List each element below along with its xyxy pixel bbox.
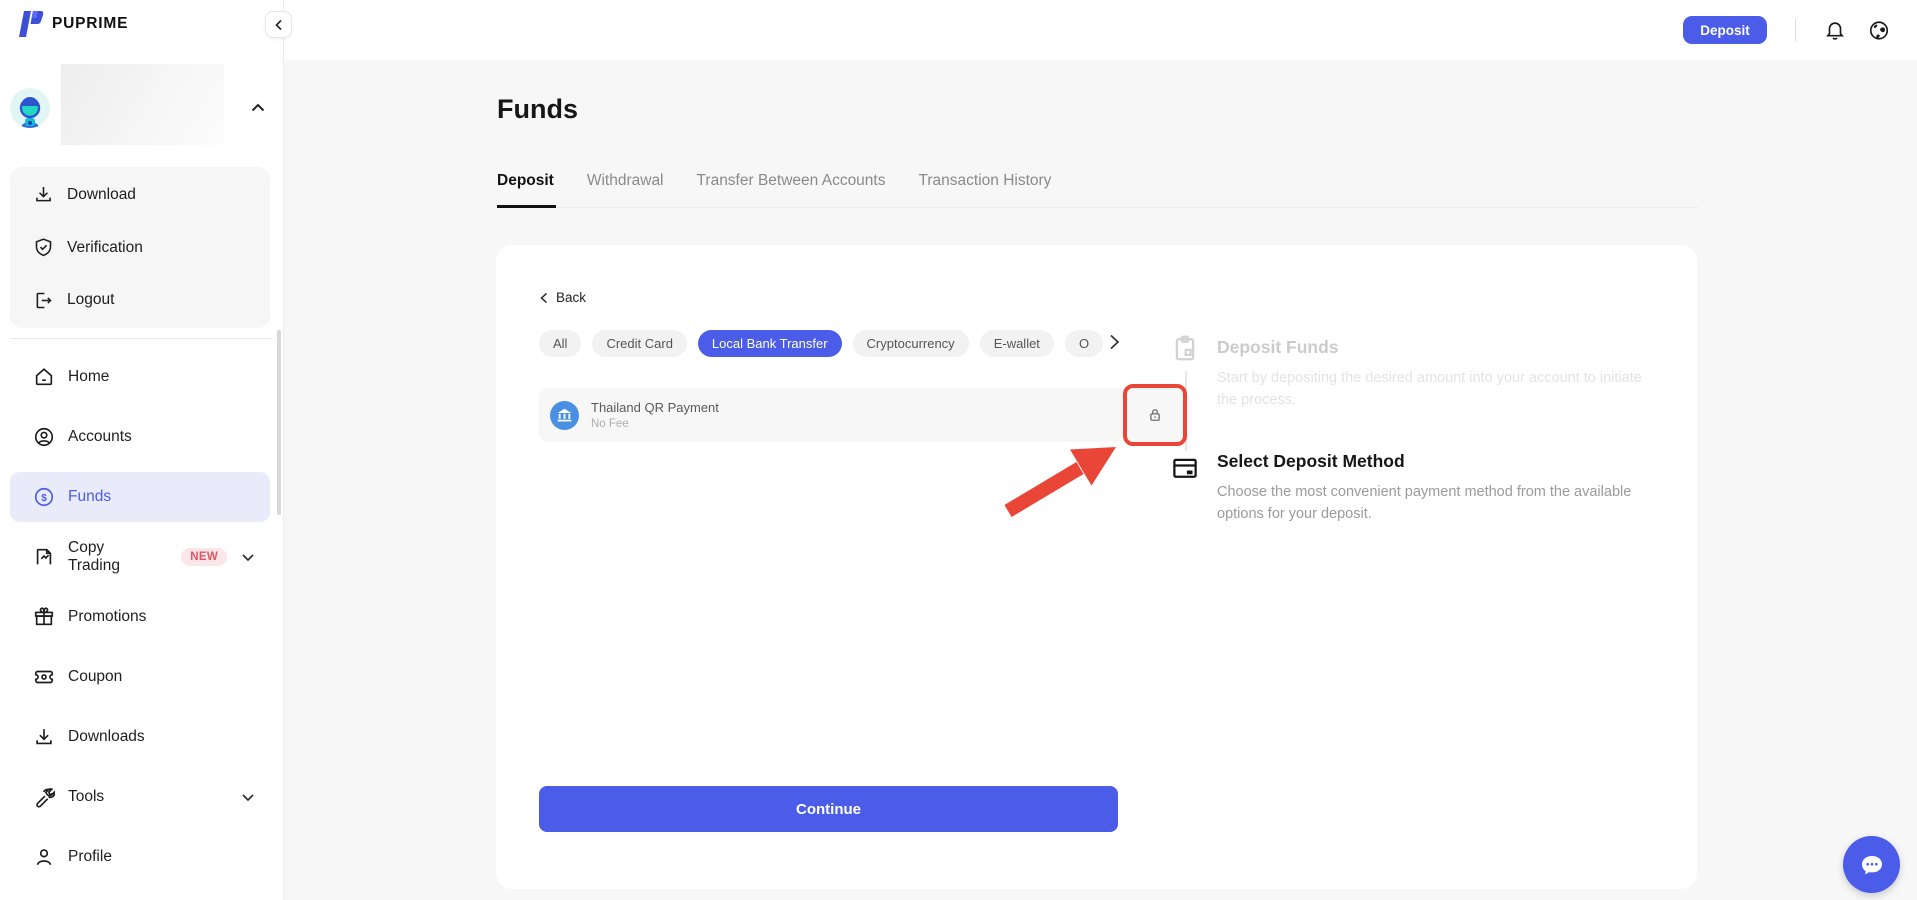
sidebar-item-tools[interactable]: Tools bbox=[10, 772, 270, 822]
funds-icon: $ bbox=[33, 486, 55, 508]
chat-icon bbox=[1857, 850, 1887, 880]
sidebar-item-label: Logout bbox=[67, 291, 114, 309]
annotation-red-box bbox=[1123, 384, 1187, 446]
sidebar-item-label: Downloads bbox=[68, 728, 145, 746]
bank-icon bbox=[550, 401, 579, 430]
sidebar-item-label: Profile bbox=[68, 848, 112, 866]
active-tab-indicator bbox=[497, 205, 556, 208]
brand-name: PUPRIME bbox=[52, 15, 128, 33]
step-title-select-deposit-method: Select Deposit Method bbox=[1217, 451, 1405, 472]
back-button[interactable]: Back bbox=[539, 290, 586, 305]
lock-icon bbox=[1146, 406, 1164, 424]
payment-method-row[interactable]: Thailand QR Payment No Fee bbox=[539, 388, 1123, 442]
filters-scroll-right-chevron-icon[interactable] bbox=[1105, 333, 1123, 351]
brand-logo: PUPRIME bbox=[18, 9, 128, 39]
sidebar-item-download[interactable]: Download bbox=[10, 170, 270, 220]
payment-method-name: Thailand QR Payment bbox=[591, 400, 719, 415]
tab-deposit[interactable]: Deposit bbox=[497, 172, 554, 190]
username-placeholder bbox=[61, 64, 224, 145]
deposit-button[interactable]: Deposit bbox=[1683, 16, 1767, 44]
sidebar-item-label: Promotions bbox=[68, 608, 146, 626]
sidebar-item-profile[interactable]: Profile bbox=[10, 832, 270, 882]
sidebar-item-label: Coupon bbox=[68, 668, 122, 686]
home-icon bbox=[33, 366, 55, 388]
sidebar-item-promotions[interactable]: Promotions bbox=[10, 592, 270, 642]
topbar: Deposit bbox=[284, 0, 1917, 60]
sidebar-item-home[interactable]: Home bbox=[10, 352, 270, 402]
topbar-divider bbox=[1795, 19, 1796, 41]
new-badge: NEW bbox=[181, 548, 227, 566]
sidebar-item-coupon[interactable]: Coupon bbox=[10, 652, 270, 702]
notification-bell-icon[interactable] bbox=[1824, 19, 1846, 41]
gift-icon bbox=[33, 606, 55, 628]
sidebar-nav: Home Accounts $ Funds Copy Trading NEW bbox=[10, 352, 270, 892]
payment-filter-pills: All Credit Card Local Bank Transfer Cryp… bbox=[539, 330, 1125, 357]
sidebar-item-accounts[interactable]: Accounts bbox=[10, 412, 270, 462]
language-globe-icon[interactable] bbox=[1868, 19, 1890, 41]
tabs-underline bbox=[497, 207, 1698, 208]
filter-e-wallet[interactable]: E-wallet bbox=[980, 330, 1054, 357]
sidebar-collapse-button[interactable] bbox=[265, 11, 292, 38]
clipboard-icon bbox=[1170, 333, 1200, 363]
step-description-deposit-funds: Start by depositing the desired amount i… bbox=[1217, 367, 1649, 412]
puprime-logo-icon bbox=[18, 9, 44, 39]
sidebar-item-label: Download bbox=[67, 186, 136, 204]
sidebar-item-logout[interactable]: Logout bbox=[10, 275, 270, 325]
sidebar-item-label: Accounts bbox=[68, 428, 132, 446]
user-avatar[interactable] bbox=[10, 88, 50, 128]
filter-all[interactable]: All bbox=[539, 330, 581, 357]
credit-card-icon bbox=[1170, 453, 1200, 483]
profile-person-icon bbox=[33, 846, 55, 868]
chevron-left-icon bbox=[539, 292, 549, 304]
tools-wrench-icon bbox=[33, 786, 55, 808]
svg-text:$: $ bbox=[41, 493, 47, 504]
filter-other-truncated[interactable]: O bbox=[1065, 330, 1103, 357]
tab-transfer-between-accounts[interactable]: Transfer Between Accounts bbox=[697, 172, 886, 190]
filter-credit-card[interactable]: Credit Card bbox=[592, 330, 686, 357]
chevron-down-icon bbox=[240, 789, 256, 805]
download-icon bbox=[33, 184, 54, 205]
account-menu-card: Download Verification Logout bbox=[10, 167, 270, 328]
deposit-panel: Back All Credit Card Local Bank Transfer… bbox=[496, 245, 1697, 889]
sidebar-item-label: Copy Trading bbox=[68, 539, 158, 575]
sidebar-item-funds[interactable]: $ Funds bbox=[10, 472, 270, 522]
downloads-icon bbox=[33, 726, 55, 748]
back-label: Back bbox=[556, 290, 586, 305]
coupon-ticket-icon bbox=[33, 666, 55, 688]
sidebar-item-label: Funds bbox=[68, 488, 111, 506]
logout-icon bbox=[33, 290, 54, 311]
chat-widget-button[interactable] bbox=[1843, 836, 1900, 893]
account-chevron-up-icon[interactable] bbox=[249, 99, 267, 117]
shield-check-icon bbox=[33, 237, 54, 258]
payment-method-fee: No Fee bbox=[591, 418, 719, 430]
app-window: PUPRIME Download bbox=[0, 0, 1917, 900]
step-title-deposit-funds: Deposit Funds bbox=[1217, 337, 1339, 358]
tab-transaction-history[interactable]: Transaction History bbox=[918, 172, 1051, 190]
main-content: Funds Deposit Withdrawal Transfer Betwee… bbox=[284, 60, 1917, 900]
continue-button[interactable]: Continue bbox=[539, 786, 1118, 832]
sidebar-item-verification[interactable]: Verification bbox=[10, 223, 270, 273]
sidebar-item-label: Tools bbox=[68, 788, 104, 806]
sidebar-item-copy-trading[interactable]: Copy Trading NEW bbox=[10, 532, 270, 582]
sidebar-divider bbox=[10, 338, 273, 339]
accounts-icon bbox=[33, 426, 55, 448]
sidebar-scrollbar[interactable] bbox=[277, 330, 281, 515]
filter-cryptocurrency[interactable]: Cryptocurrency bbox=[853, 330, 969, 357]
funds-tabs: Deposit Withdrawal Transfer Between Acco… bbox=[497, 172, 1051, 190]
sidebar-item-label: Verification bbox=[67, 239, 143, 257]
sidebar-item-downloads[interactable]: Downloads bbox=[10, 712, 270, 762]
chevron-left-icon bbox=[273, 19, 285, 31]
filter-local-bank-transfer[interactable]: Local Bank Transfer bbox=[698, 330, 842, 357]
tab-withdrawal[interactable]: Withdrawal bbox=[587, 172, 664, 190]
sidebar-item-label: Home bbox=[68, 368, 109, 386]
page-title: Funds bbox=[497, 94, 578, 125]
copy-trading-icon bbox=[33, 546, 55, 568]
step-description-select-deposit-method: Choose the most convenient payment metho… bbox=[1217, 481, 1649, 526]
chevron-down-icon bbox=[240, 549, 256, 565]
sidebar: PUPRIME Download bbox=[0, 0, 284, 900]
